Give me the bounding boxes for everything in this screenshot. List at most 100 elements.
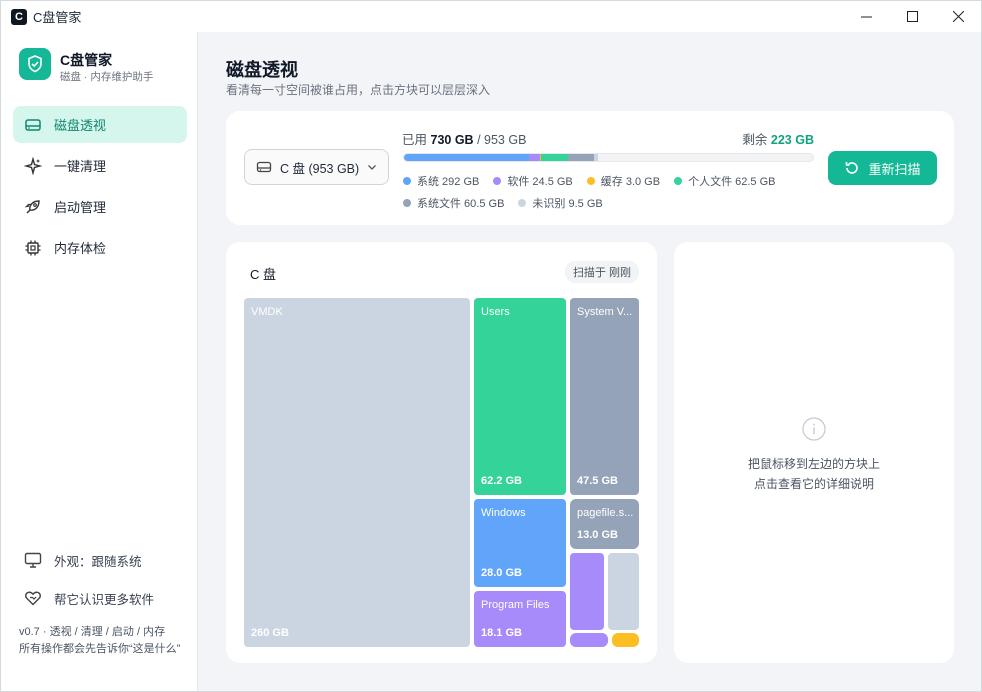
usage-bar-segment [567,154,594,161]
legend-item: 未识别 9.5 GB [518,195,603,211]
treemap-tile[interactable]: Users 62.2 GB [474,298,566,495]
scan-time-badge: 扫描于 刚刚 [564,261,639,283]
legend-dot [586,177,595,185]
version-info: v0.7 · 透视 / 清理 / 启动 / 内存 所有操作都会先告诉你“这是什么… [19,626,181,655]
legend-label: 系统文件 60.5 GB [417,198,505,210]
tile-size: 18.1 GB [481,627,522,639]
disk-summary-card: C 盘 (953 GB) 已用 730 GB / 953 GB 剩余 223 G… [226,111,954,225]
page-title: 磁盘透视 [226,60,298,80]
used-space-text: 已用 730 GB / 953 GB [402,129,526,148]
treemap-tile[interactable] [570,633,608,647]
treemap-title: C 盘 [250,267,277,282]
legend-label: 个人文件 62.5 GB [688,176,776,188]
sparkle-icon [23,156,43,176]
treemap-tile[interactable]: Program Files 18.1 GB [474,591,566,647]
treemap-tile[interactable]: Windows 28.0 GB [474,499,566,587]
drive-icon [23,115,43,135]
legend-item: 个人文件 62.5 GB [674,173,776,189]
brand-subtitle: 磁盘 · 内存维护助手 [60,71,154,83]
detail-hint-line1: 把鼠标移到左边的方块上 [747,457,880,471]
total-value: / 953 GB [477,133,527,147]
treemap-card: C 盘 扫描于 刚刚 VMDK 260 GB Users 62.2 GB System … [226,242,657,663]
detail-hint: 把鼠标移到左边的方块上 点击查看它的详细说明 [674,454,954,494]
legend-label: 系统 292 GB [417,176,480,188]
drive-select-value: C 盘 (953 GB) [280,161,360,176]
close-icon [952,11,964,22]
treemap-tile[interactable] [612,633,639,647]
window-title: C盘管家 [33,10,82,25]
legend-dot [403,177,411,185]
free-value: 223 GB [770,133,814,147]
nav-item-memory[interactable]: 内存体检 [13,229,187,266]
used-label: 已用 [402,133,428,147]
tile-name: System V... [577,306,633,318]
heart-handshake-icon [23,588,43,608]
treemap-tile[interactable] [570,553,604,630]
app-icon: C [11,8,27,25]
legend-label: 软件 24.5 GB [507,176,573,188]
rescan-label: 重新扫描 [868,161,921,177]
app-window: C C盘管家 C盘管家 磁盘 · 内存维护助手 磁盘透视 一键清理 启动管理 内… [0,0,982,692]
brand-name: C盘管家 [60,52,113,68]
minimize-button[interactable] [843,1,889,32]
legend-dot [518,199,527,207]
legend-label: 未识别 9.5 GB [532,198,603,210]
monitor-icon [23,550,43,570]
usage-bar-segment [404,154,530,161]
treemap-tile[interactable]: pagefile.s... 13.0 GB [570,499,639,549]
title-bar: C C盘管家 [1,1,981,32]
drive-icon [256,159,272,175]
nav-item-disk-view[interactable]: 磁盘透视 [13,106,187,143]
tile-size: 260 GB [251,627,289,639]
sidebar: C盘管家 磁盘 · 内存维护助手 磁盘透视 一键清理 启动管理 内存体检 外观：… [1,32,198,691]
tile-name: VMDK [251,306,283,318]
chip-icon [23,238,43,258]
minimize-icon [860,16,872,18]
maximize-button[interactable] [889,1,935,32]
nav-item-label: 内存体检 [54,241,107,256]
used-value: 730 GB [430,133,474,147]
usage-bar-segment [593,154,598,161]
tile-name: Windows [481,507,526,519]
legend-item: 系统文件 60.5 GB [403,195,504,211]
tile-size: 62.2 GB [481,475,522,487]
usage-legend: 系统 292 GB 软件 24.5 GB 缓存 3.0 GB 个人文件 62.5 GB… [403,173,803,211]
usage-bar-segment [529,154,540,161]
tile-name: Program Files [481,599,550,611]
treemap-tile[interactable]: System V... 47.5 GB [570,298,639,495]
tile-size: 13.0 GB [577,529,618,541]
nav-item-label: 磁盘透视 [54,118,107,133]
appearance-label: 外观：跟随系统 [54,554,142,569]
legend-item: 软件 24.5 GB [493,173,573,189]
detail-hint-line2: 点击查看它的详细说明 [753,477,874,491]
nav-item-startup[interactable]: 启动管理 [13,188,187,225]
tile-size: 28.0 GB [481,567,522,579]
treemap-tile[interactable] [608,553,639,630]
shield-check-icon [19,48,51,80]
rescan-button[interactable]: 重新扫描 [828,151,937,185]
nav-item-cleanup[interactable]: 一键清理 [13,147,187,184]
legend-label: 缓存 3.0 GB [600,176,661,188]
nav-item-label: 一键清理 [54,159,107,174]
free-space-text: 剩余 223 GB [742,129,814,148]
legend-item: 系统 292 GB [403,173,479,189]
learn-more-software-link[interactable]: 帮它认识更多软件 [23,588,154,608]
usage-bar-segment [541,154,568,161]
tile-name: Users [481,306,510,318]
appearance-toggle[interactable]: 外观：跟随系统 [23,550,142,570]
close-button[interactable] [935,1,981,32]
nav-item-label: 启动管理 [54,200,107,215]
free-label: 剩余 [742,133,768,147]
legend-dot [674,177,683,185]
legend-dot [493,177,502,185]
usage-bar [403,153,814,162]
treemap-tile[interactable]: VMDK 260 GB [244,298,470,647]
tile-name: pagefile.s... [577,507,634,519]
drive-select[interactable]: C 盘 (953 GB) [244,149,389,185]
legend-dot [403,199,411,207]
learn-more-label: 帮它认识更多软件 [54,592,155,607]
tile-size: 47.5 GB [577,475,618,487]
legend-item: 缓存 3.0 GB [586,173,661,189]
maximize-icon [906,11,918,22]
info-icon [802,417,826,441]
